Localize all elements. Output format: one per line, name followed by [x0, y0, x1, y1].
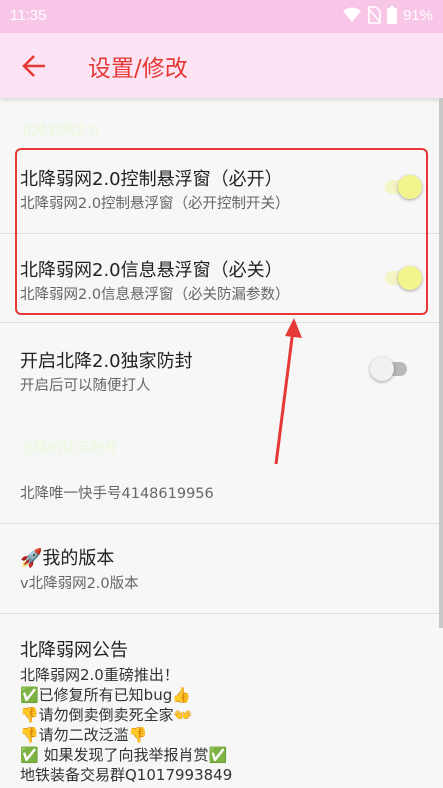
pref-summary: 开启后可以随便打人: [20, 378, 151, 394]
notice-line: 👎请勿倒卖倒卖死全家👐: [20, 706, 193, 724]
pref-title: 🚀我的版本: [20, 548, 115, 569]
pref-anti-ban[interactable]: 开启北降2.0独家防封 开启后可以随便打人: [0, 323, 443, 413]
category-beijiang: 北降弱网2.0: [20, 123, 99, 139]
category-kuaishou: 北降的快手账号: [20, 441, 118, 457]
scrollbar[interactable]: [439, 98, 443, 628]
pref-summary: 北降唯一快手号4148619956: [20, 486, 214, 502]
notice-line: ✅ 如果发现了向我举报肖赏✅: [20, 746, 228, 764]
battery-percent: 91%: [402, 6, 433, 24]
pref-title: 开启北降2.0独家防封: [20, 351, 193, 372]
pref-title: 北降弱网公告: [20, 640, 128, 661]
arrow-left-icon[interactable]: [20, 51, 50, 81]
notice-line: 地铁装备交易群Q1017993849: [20, 766, 233, 784]
pref-kuaishou-id[interactable]: 北降唯一快手号4148619956: [0, 470, 443, 520]
status-icons: 91%: [342, 6, 433, 24]
highlight-box: [15, 148, 428, 315]
pref-version[interactable]: 🚀我的版本 v北降弱网2.0版本: [0, 524, 443, 612]
notice-line: 👎请勿二改泛滥👎: [20, 726, 148, 744]
no-sim-icon: [367, 6, 381, 24]
status-bar: 11:35 91%: [0, 0, 443, 33]
notice-line: ✅已修复所有已知bug👍: [20, 686, 191, 704]
notice-line: 北降弱网2.0重磅推出！: [20, 666, 179, 684]
pref-summary: v北降弱网2.0版本: [20, 576, 139, 592]
page-title: 设置/修改: [88, 56, 188, 82]
status-time: 11:35: [10, 7, 47, 24]
switch-thumb: [370, 357, 394, 381]
wifi-icon: [342, 7, 361, 22]
app-bar: 设置/修改: [0, 33, 443, 98]
anti-ban-switch[interactable]: [370, 355, 410, 381]
pref-notice[interactable]: 北降弱网公告 北降弱网2.0重磅推出！ ✅已修复所有已知bug👍 👎请勿倒卖倒卖…: [0, 614, 443, 788]
battery-icon: [386, 6, 397, 24]
